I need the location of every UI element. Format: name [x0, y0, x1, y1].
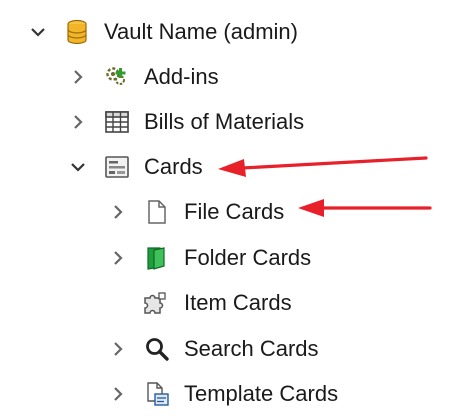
- chevron-right-icon[interactable]: [108, 339, 128, 359]
- search-icon: [146, 338, 169, 361]
- annotation-arrow-cards: [218, 156, 428, 177]
- chevron-right-icon[interactable]: [68, 112, 88, 132]
- add-ins-icon: [106, 67, 126, 85]
- folder-icon: [147, 247, 165, 270]
- tree-node-label: File Cards: [184, 199, 285, 224]
- file-icon: [148, 200, 166, 224]
- tree-node-template-cards[interactable]: Template Cards: [0, 372, 474, 416]
- tree-node-folder-cards[interactable]: Folder Cards: [0, 236, 474, 280]
- chevron-down-icon[interactable]: [28, 22, 48, 42]
- tree-node-label: Search Cards: [184, 336, 319, 361]
- tree-node-label: Item Cards: [184, 290, 292, 315]
- tree-node-search-cards[interactable]: Search Cards: [0, 327, 474, 371]
- chevron-right-icon[interactable]: [108, 384, 128, 404]
- table-icon: [105, 111, 129, 133]
- tree-node-label: Cards: [144, 154, 203, 179]
- tree-node-add-ins[interactable]: Add-ins: [0, 55, 474, 99]
- annotation-arrow-file-cards: [298, 199, 432, 217]
- item-puzzle-icon: [144, 292, 166, 314]
- chevron-right-icon[interactable]: [108, 248, 128, 268]
- tree-node-label: Vault Name (admin): [104, 19, 298, 44]
- tree-node-bills-of-materials[interactable]: Bills of Materials: [0, 100, 474, 144]
- chevron-right-icon[interactable]: [68, 67, 88, 87]
- tree-node-vault-root[interactable]: Vault Name (admin): [0, 10, 474, 54]
- card-icon: [105, 156, 129, 178]
- chevron-right-icon[interactable]: [108, 202, 128, 222]
- tree-node-label: Add-ins: [144, 64, 219, 89]
- tree-node-label: Bills of Materials: [144, 109, 305, 134]
- tree-node-label: Template Cards: [184, 381, 339, 406]
- template-icon: [147, 382, 169, 406]
- vault-database-icon: [67, 19, 87, 45]
- tree-node-label: Folder Cards: [184, 245, 312, 270]
- chevron-down-icon[interactable]: [68, 157, 88, 177]
- tree-node-item-cards[interactable]: Item Cards: [0, 281, 474, 325]
